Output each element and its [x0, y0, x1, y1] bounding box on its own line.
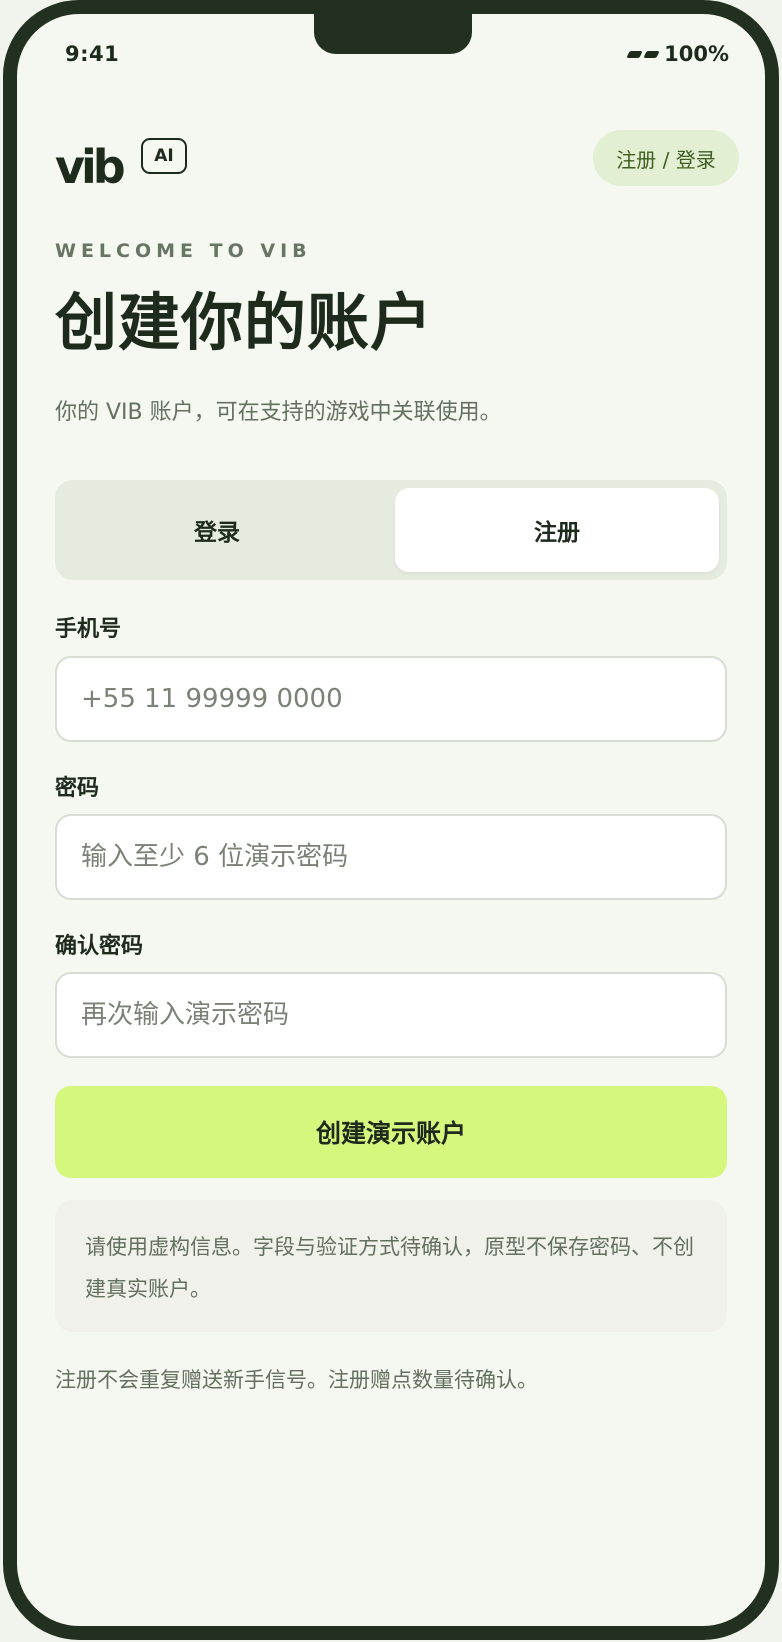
- page-title: 创建你的账户: [55, 286, 434, 359]
- page-subtitle: 你的 VIB 账户，可在支持的游戏中关联使用。: [55, 400, 502, 425]
- password-label: 密码: [55, 776, 100, 801]
- footnote-text: 注册不会重复赠送新手信号。注册赠点数量待确认。: [55, 1368, 538, 1392]
- notice-text: 请使用虚构信息。字段与验证方式待确认，原型不保存密码、不创建真实账户。: [85, 1235, 694, 1301]
- phone-frame: 9:41 100% vib AI 注册 / 登录 WELCOME TO VIB …: [3, 0, 779, 1640]
- phone-label: 手机号: [55, 617, 122, 642]
- notice-box: 请使用虚构信息。字段与验证方式待确认，原型不保存密码、不创建真实账户。: [55, 1200, 727, 1332]
- status-indicators: 100%: [626, 42, 729, 66]
- password-input[interactable]: [55, 814, 727, 900]
- notch: [314, 14, 472, 54]
- ai-badge: AI: [141, 138, 187, 174]
- tab-register[interactable]: 注册: [395, 488, 719, 572]
- register-login-button[interactable]: 注册 / 登录: [593, 130, 739, 186]
- auth-mode-switch: 登录 注册: [55, 480, 727, 580]
- vib-logo[interactable]: vib: [55, 144, 126, 190]
- phone-input[interactable]: [55, 656, 727, 742]
- confirm-password-label: 确认密码: [55, 934, 144, 959]
- confirm-password-input[interactable]: [55, 972, 727, 1058]
- welcome-eyebrow: WELCOME TO VIB: [55, 240, 312, 262]
- status-time: 9:41: [65, 42, 120, 66]
- tab-login[interactable]: 登录: [55, 488, 379, 572]
- battery-level: 100%: [664, 42, 729, 66]
- create-account-button[interactable]: 创建演示账户: [55, 1086, 727, 1178]
- signal-icon: [626, 50, 660, 58]
